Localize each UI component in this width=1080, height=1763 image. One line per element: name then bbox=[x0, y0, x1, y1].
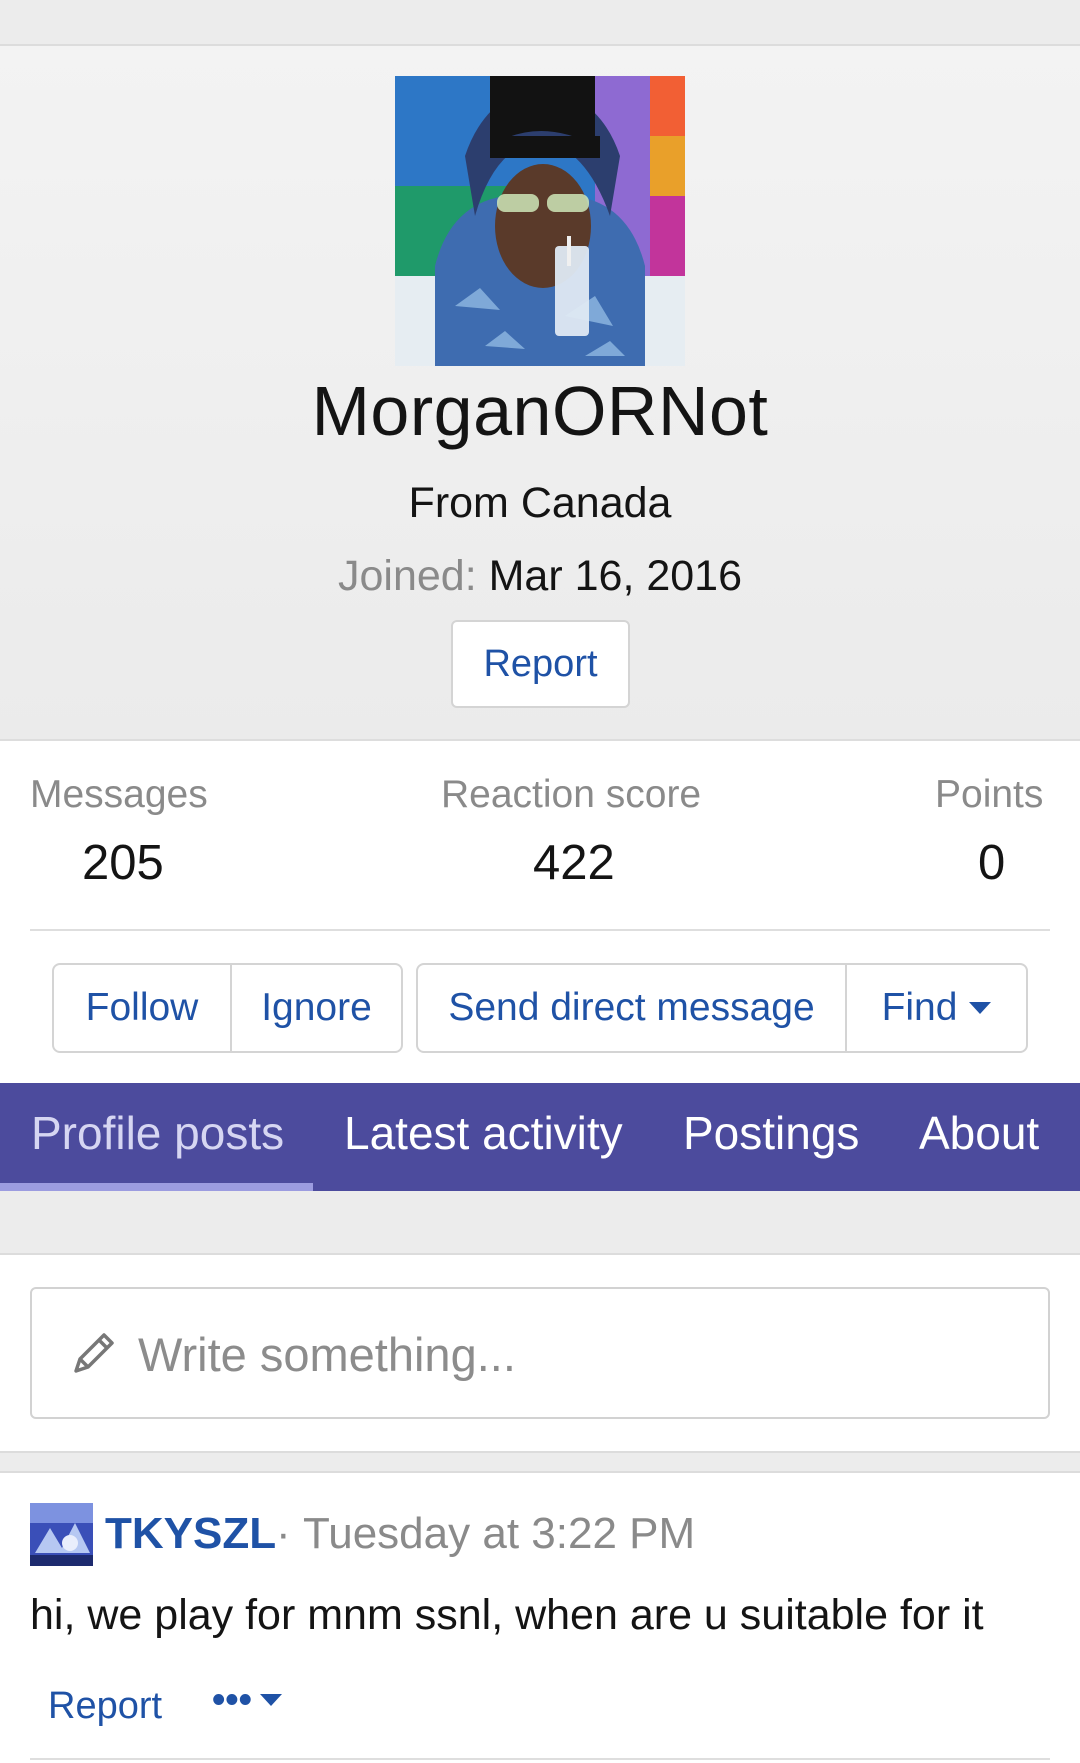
post-author-avatar[interactable] bbox=[30, 1503, 93, 1566]
profile-stats: Messages 205 Reaction score 422 Points 0 bbox=[0, 743, 1080, 933]
report-profile-button[interactable]: Report bbox=[451, 620, 630, 708]
profile-username: MorganORNot bbox=[311, 372, 769, 450]
profile-location: From Canada bbox=[408, 479, 672, 527]
post-body: hi, we play for mnm ssnl, when are u sui… bbox=[30, 1591, 984, 1639]
chevron-down-icon bbox=[259, 1693, 282, 1706]
more-dots-icon: ••• bbox=[212, 1679, 252, 1721]
profile-avatar[interactable] bbox=[395, 76, 685, 366]
tab-profile-posts[interactable]: Profile posts bbox=[31, 1083, 284, 1191]
post-meta-separator: · bbox=[276, 1509, 291, 1558]
top-bar bbox=[0, 0, 1080, 46]
section-separator-2 bbox=[0, 1451, 1080, 1473]
profile-header: MorganORNot From Canada Joined: Mar 16, … bbox=[0, 46, 1080, 741]
post-report-link[interactable]: Report bbox=[48, 1685, 162, 1728]
ignore-button[interactable]: Ignore bbox=[230, 965, 401, 1051]
profile-post: TKYSZL · Tuesday at 3:22 PM hi, we play … bbox=[0, 1473, 1080, 1763]
messages-value: 205 bbox=[82, 836, 164, 890]
reaction-score-label: Reaction score bbox=[441, 773, 702, 816]
profile-joined: Joined: Mar 16, 2016 bbox=[0, 552, 1080, 601]
pencil-icon bbox=[68, 1327, 120, 1384]
post-timestamp[interactable]: Tuesday at 3:22 PM bbox=[303, 1509, 695, 1559]
post-divider bbox=[30, 1758, 1050, 1760]
profile-tabs: Profile posts Latest activity Postings A… bbox=[0, 1083, 1080, 1191]
post-more-menu[interactable]: ••• bbox=[212, 1679, 282, 1722]
message-find-group: Send direct message Find bbox=[416, 963, 1028, 1053]
stats-divider bbox=[30, 929, 1050, 931]
tab-about[interactable]: About bbox=[919, 1083, 1039, 1191]
reaction-score-value: 422 bbox=[533, 836, 615, 890]
find-dropdown-button[interactable]: Find bbox=[845, 965, 1026, 1051]
tab-postings[interactable]: Postings bbox=[683, 1083, 859, 1191]
joined-date: Mar 16, 2016 bbox=[488, 552, 742, 600]
send-direct-message-button[interactable]: Send direct message bbox=[418, 965, 845, 1051]
find-label: Find bbox=[881, 986, 958, 1029]
joined-label: Joined: bbox=[337, 552, 477, 600]
write-something-placeholder: Write something... bbox=[138, 1328, 516, 1381]
tab-latest-activity[interactable]: Latest activity bbox=[344, 1083, 623, 1191]
follow-ignore-group: Follow Ignore bbox=[52, 963, 403, 1053]
messages-label: Messages bbox=[30, 773, 208, 816]
post-author-link[interactable]: TKYSZL bbox=[105, 1509, 276, 1559]
chevron-down-icon bbox=[969, 1001, 992, 1014]
section-separator bbox=[0, 1191, 1080, 1255]
active-tab-indicator bbox=[0, 1183, 313, 1191]
points-label: Points bbox=[935, 773, 1044, 816]
write-something-input[interactable]: Write something... bbox=[30, 1287, 1050, 1419]
points-value: 0 bbox=[978, 836, 1006, 890]
follow-button[interactable]: Follow bbox=[54, 965, 230, 1051]
